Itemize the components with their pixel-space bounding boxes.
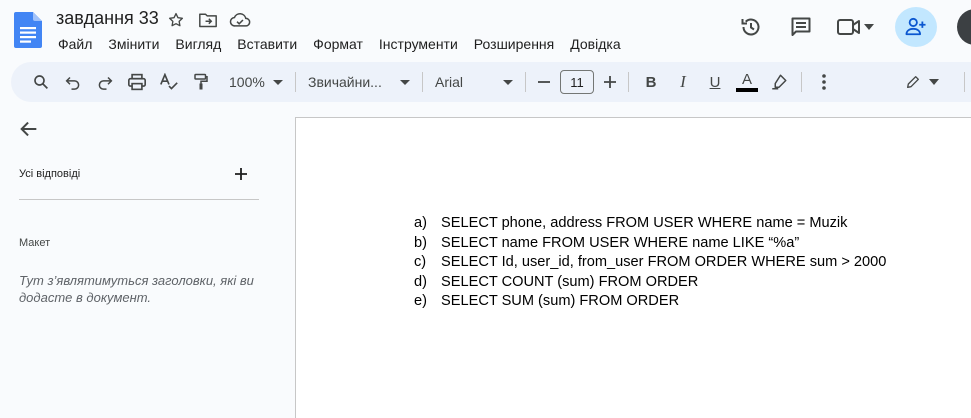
paragraph-style-value: Звичайни... <box>308 74 382 90</box>
chevron-down-icon <box>929 79 939 85</box>
italic-button[interactable]: I <box>667 68 699 96</box>
editing-mode-select[interactable] <box>900 68 944 96</box>
list-item-label: b) <box>414 234 427 251</box>
menu-extensions[interactable]: Розширення <box>466 35 562 53</box>
add-tab-icon[interactable] <box>232 165 250 183</box>
font-family-select[interactable]: Arial <box>429 74 519 90</box>
header-actions <box>731 7 971 47</box>
docs-logo-icon[interactable] <box>14 12 42 48</box>
menu-format[interactable]: Формат <box>305 35 371 53</box>
highlight-pen-icon[interactable] <box>763 68 795 96</box>
italic-glyph: I <box>680 72 686 91</box>
toolbar-divider <box>295 72 296 92</box>
list-item-text: SELECT COUNT (sum) FROM ORDER <box>441 273 699 290</box>
underline-button[interactable]: U <box>699 68 731 96</box>
print-icon[interactable] <box>121 68 153 96</box>
toolbar-divider <box>964 72 965 92</box>
font-family-value: Arial <box>435 74 464 90</box>
list-item: e) SELECT SUM (sum) FROM ORDER <box>414 292 886 312</box>
video-camera-icon <box>837 19 860 35</box>
menu-file[interactable]: Файл <box>50 35 100 53</box>
bold-glyph: B <box>645 73 657 91</box>
plus-icon <box>604 76 616 88</box>
list-item: b) SELECT name FROM USER WHERE name LIKE … <box>414 234 886 254</box>
formatting-toolbar: 100% Звичайни... Arial 11 B I U A <box>11 62 971 102</box>
list-item-label: a) <box>414 215 427 231</box>
title-bar: завдання 33 Файл Змінити Вигляд Вставити… <box>0 0 971 60</box>
paint-format-icon[interactable] <box>185 68 217 96</box>
menu-tools[interactable]: Інструменти <box>371 35 466 53</box>
search-menus-icon[interactable] <box>25 68 57 96</box>
zoom-select[interactable]: 100% <box>223 74 289 90</box>
star-icon[interactable] <box>164 9 188 31</box>
list-item-label: d) <box>414 273 427 290</box>
toolbar-divider <box>628 72 629 92</box>
increase-font-size-button[interactable] <box>598 68 622 96</box>
list-item: c) SELECT Id, user_id, from_user FROM ORD… <box>414 253 886 273</box>
version-history-icon[interactable] <box>731 7 771 47</box>
list-item-text: SELECT phone, address FROM USER WHERE na… <box>441 215 848 231</box>
sidebar-divider <box>19 199 259 200</box>
meet-button[interactable] <box>827 7 883 47</box>
text-color-button[interactable]: A <box>731 68 763 96</box>
caret-down-icon <box>273 79 283 85</box>
list-item-text: SELECT SUM (sum) FROM ORDER <box>441 293 680 309</box>
move-to-folder-icon[interactable] <box>196 9 220 31</box>
share-button[interactable] <box>895 7 937 47</box>
toolbar-divider <box>422 72 423 92</box>
list-item: d) SELECT COUNT (sum) FROM ORDER <box>414 273 886 293</box>
list-item-text: SELECT name FROM USER WHERE name LIKE “%… <box>441 234 800 251</box>
back-arrow-icon[interactable] <box>18 118 40 140</box>
chevron-down-icon <box>864 24 874 30</box>
text-color-bar <box>736 88 758 92</box>
underline-glyph: U <box>709 73 721 91</box>
add-person-icon <box>905 17 926 36</box>
query-list: a) SELECT phone, address FROM USER WHERE … <box>414 214 886 312</box>
document-page[interactable]: a) SELECT phone, address FROM USER WHERE … <box>295 117 971 418</box>
outline-heading: Макет <box>19 237 51 249</box>
pencil-icon <box>907 76 919 88</box>
menu-bar: Файл Змінити Вигляд Вставити Формат Інст… <box>50 35 629 53</box>
avatar[interactable] <box>957 9 971 45</box>
list-item: a) SELECT phone, address FROM USER WHERE … <box>414 214 886 234</box>
paragraph-style-select[interactable]: Звичайни... <box>302 74 416 90</box>
zoom-value: 100% <box>229 74 265 90</box>
menu-help[interactable]: Довідка <box>562 35 628 53</box>
caret-down-icon <box>400 79 410 85</box>
undo-icon[interactable] <box>57 68 89 96</box>
title-actions <box>164 9 252 31</box>
more-options-icon[interactable] <box>808 68 840 96</box>
font-size-input[interactable]: 11 <box>560 70 594 94</box>
minus-icon <box>538 81 550 83</box>
list-item-text: SELECT Id, user_id, from_user FROM ORDER… <box>441 254 887 270</box>
document-title[interactable]: завдання 33 <box>56 8 159 29</box>
comments-icon[interactable] <box>781 7 821 47</box>
menu-insert[interactable]: Вставити <box>229 35 305 53</box>
redo-icon[interactable] <box>89 68 121 96</box>
list-item-label: e) <box>414 293 427 309</box>
toolbar-divider <box>801 72 802 92</box>
menu-edit[interactable]: Змінити <box>100 35 167 53</box>
spellcheck-icon[interactable] <box>153 68 185 96</box>
decrease-font-size-button[interactable] <box>532 68 556 96</box>
tabs-heading: Усі відповіді <box>19 168 81 180</box>
outline-empty-hint: Тут з’являтимуться заголовки, які ви дод… <box>19 273 254 305</box>
caret-down-icon <box>503 79 513 85</box>
cloud-saved-icon[interactable] <box>228 9 252 31</box>
menu-view[interactable]: Вигляд <box>167 35 229 53</box>
bold-button[interactable]: B <box>635 68 667 96</box>
toolbar-divider <box>525 72 526 92</box>
list-item-label: c) <box>414 254 427 270</box>
text-color-glyph: A <box>741 71 752 88</box>
